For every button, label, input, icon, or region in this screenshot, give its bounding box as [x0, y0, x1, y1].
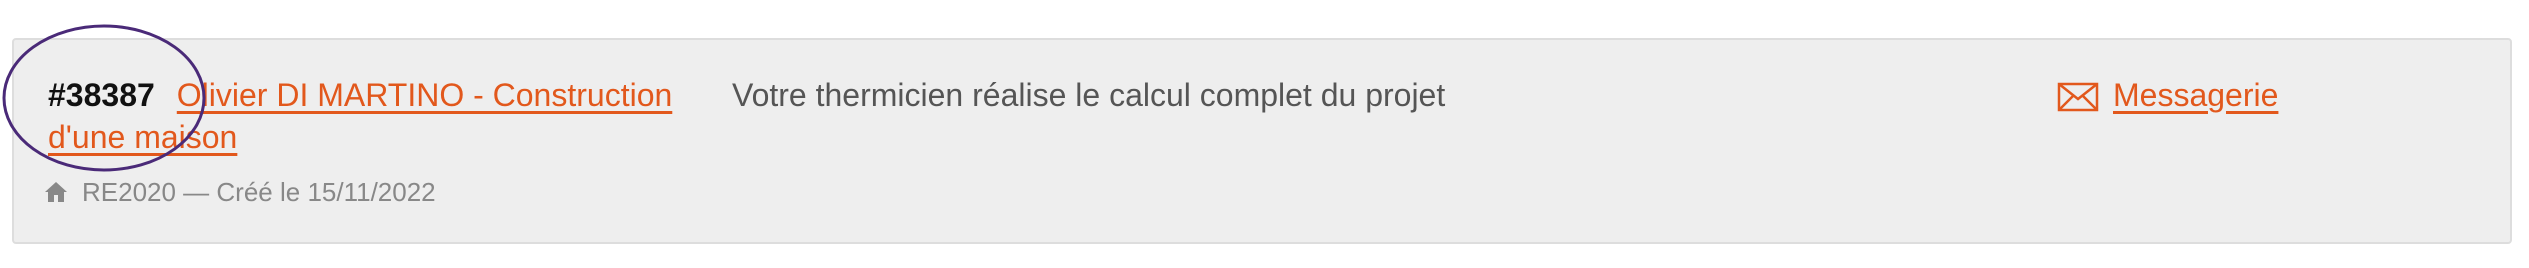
- project-meta-text: RE2020 — Créé le 15/11/2022: [82, 176, 436, 207]
- project-heading: #38387 Olivier DI MARTINO - Construction …: [48, 74, 738, 158]
- project-card: #38387 Olivier DI MARTINO - Construction …: [12, 38, 2512, 244]
- messaging-label[interactable]: Messagerie: [2113, 74, 2278, 116]
- mail-icon: [2057, 80, 2099, 112]
- project-status: Votre thermicien réalise le calcul compl…: [732, 77, 1446, 113]
- messaging-link[interactable]: Messagerie: [2057, 74, 2278, 116]
- project-meta: RE2020 — Créé le 15/11/2022: [44, 172, 436, 212]
- home-icon: [44, 180, 68, 204]
- project-id: #38387: [48, 77, 155, 113]
